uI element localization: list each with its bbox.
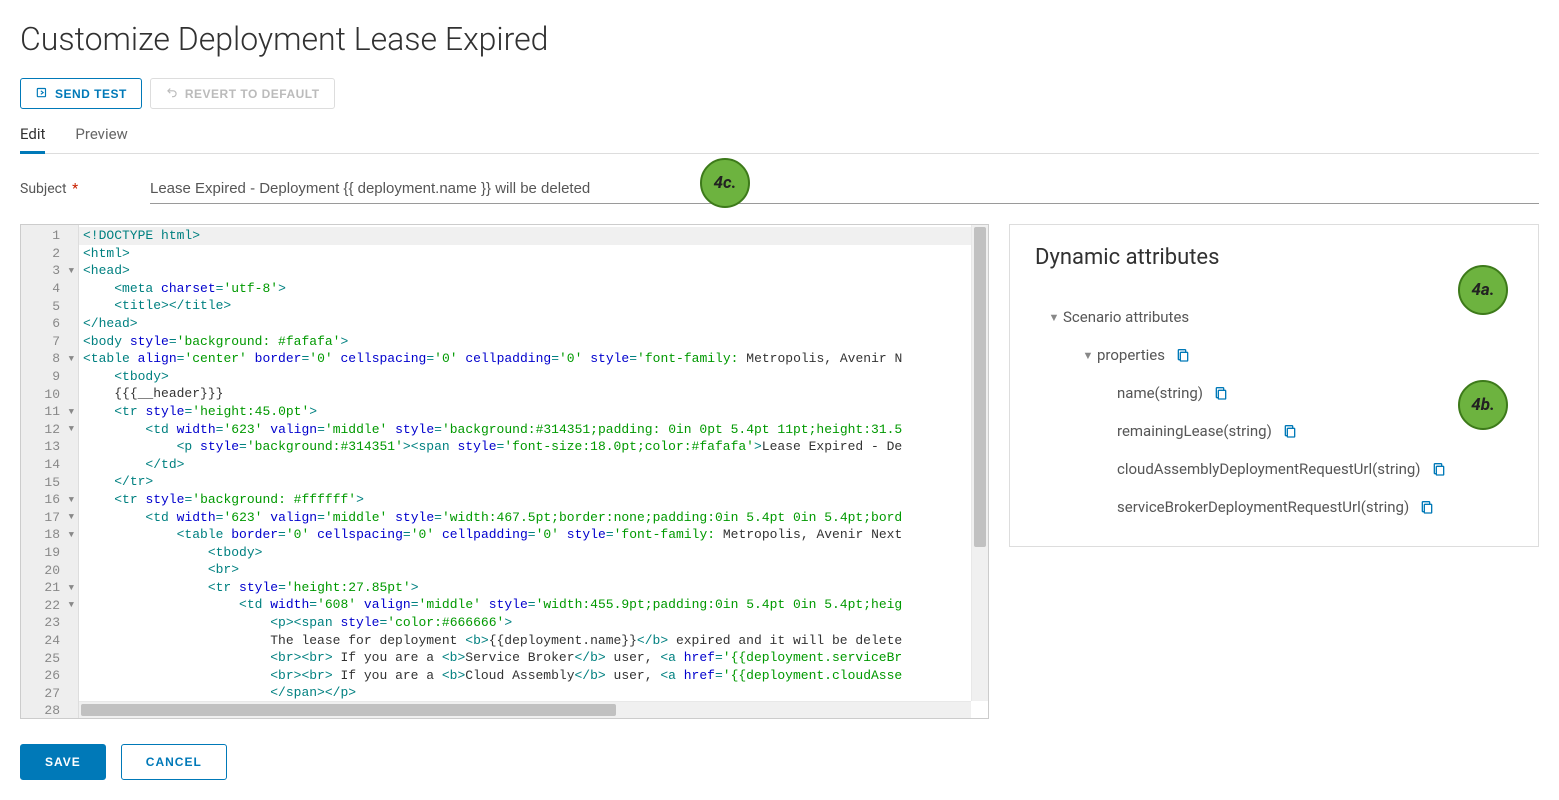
page-title: Customize Deployment Lease Expired bbox=[20, 20, 1539, 58]
revert-label: REVERT TO DEFAULT bbox=[185, 87, 320, 101]
undo-icon bbox=[165, 85, 179, 102]
save-button[interactable]: SAVE bbox=[20, 744, 106, 780]
main-area: 123▼45678▼91011▼12▼13141516▼17▼18▼192021… bbox=[20, 224, 1539, 719]
dynamic-attributes-panel: 4a. 4b. Dynamic attributes ▼ Scenario at… bbox=[1009, 224, 1539, 547]
tab-edit[interactable]: Edit bbox=[20, 117, 45, 154]
send-icon bbox=[35, 85, 49, 102]
copy-icon[interactable] bbox=[1431, 461, 1447, 477]
copy-icon[interactable] bbox=[1419, 499, 1435, 515]
badge-4c: 4c. bbox=[700, 158, 750, 208]
subject-row: Subject * bbox=[20, 174, 1539, 204]
send-test-label: SEND TEST bbox=[55, 87, 127, 101]
cancel-button[interactable]: CANCEL bbox=[121, 744, 227, 780]
chevron-down-icon: ▼ bbox=[1045, 311, 1063, 324]
tree-attribute[interactable]: serviceBrokerDeploymentRequestUrl(string… bbox=[1035, 488, 1513, 526]
subject-input[interactable] bbox=[150, 174, 1539, 204]
send-test-button[interactable]: SEND TEST bbox=[20, 78, 142, 109]
editor-gutter: 123▼45678▼91011▼12▼13141516▼17▼18▼192021… bbox=[21, 225, 79, 718]
tabs: Edit Preview bbox=[20, 117, 1539, 154]
vertical-scrollbar[interactable] bbox=[971, 225, 988, 701]
tree-label: properties bbox=[1097, 346, 1165, 364]
tree-scenario-attributes[interactable]: ▼ Scenario attributes bbox=[1035, 298, 1513, 336]
bottom-actions: SAVE CANCEL bbox=[20, 744, 1539, 780]
tree-attribute[interactable]: cloudAssemblyDeploymentRequestUrl(string… bbox=[1035, 450, 1513, 488]
badge-4a: 4a. bbox=[1458, 265, 1508, 315]
subject-label: Subject * bbox=[20, 181, 150, 197]
horizontal-scrollbar[interactable] bbox=[79, 701, 971, 718]
copy-icon[interactable] bbox=[1175, 347, 1191, 363]
tree-label: serviceBrokerDeploymentRequestUrl(string… bbox=[1117, 498, 1409, 516]
tree-label: remainingLease(string) bbox=[1117, 422, 1272, 440]
tree-label: Scenario attributes bbox=[1063, 308, 1189, 326]
toolbar: SEND TEST REVERT TO DEFAULT bbox=[20, 78, 1539, 109]
tab-preview[interactable]: Preview bbox=[75, 117, 127, 153]
tree-attribute[interactable]: remainingLease(string) bbox=[1035, 412, 1513, 450]
side-panel-title: Dynamic attributes bbox=[1035, 245, 1513, 270]
code-editor[interactable]: 123▼45678▼91011▼12▼13141516▼17▼18▼192021… bbox=[20, 224, 989, 719]
copy-icon[interactable] bbox=[1282, 423, 1298, 439]
tree-label: cloudAssemblyDeploymentRequestUrl(string… bbox=[1117, 460, 1421, 478]
copy-icon[interactable] bbox=[1213, 385, 1229, 401]
editor-code-area[interactable]: <!DOCTYPE html><html><head> <meta charse… bbox=[79, 225, 988, 718]
chevron-down-icon: ▼ bbox=[1079, 349, 1097, 362]
revert-button: REVERT TO DEFAULT bbox=[150, 78, 335, 109]
tree-label: name(string) bbox=[1117, 384, 1203, 402]
tree-attribute[interactable]: name(string) bbox=[1035, 374, 1513, 412]
tree-properties[interactable]: ▼ properties bbox=[1035, 336, 1513, 374]
badge-4b: 4b. bbox=[1458, 380, 1508, 430]
